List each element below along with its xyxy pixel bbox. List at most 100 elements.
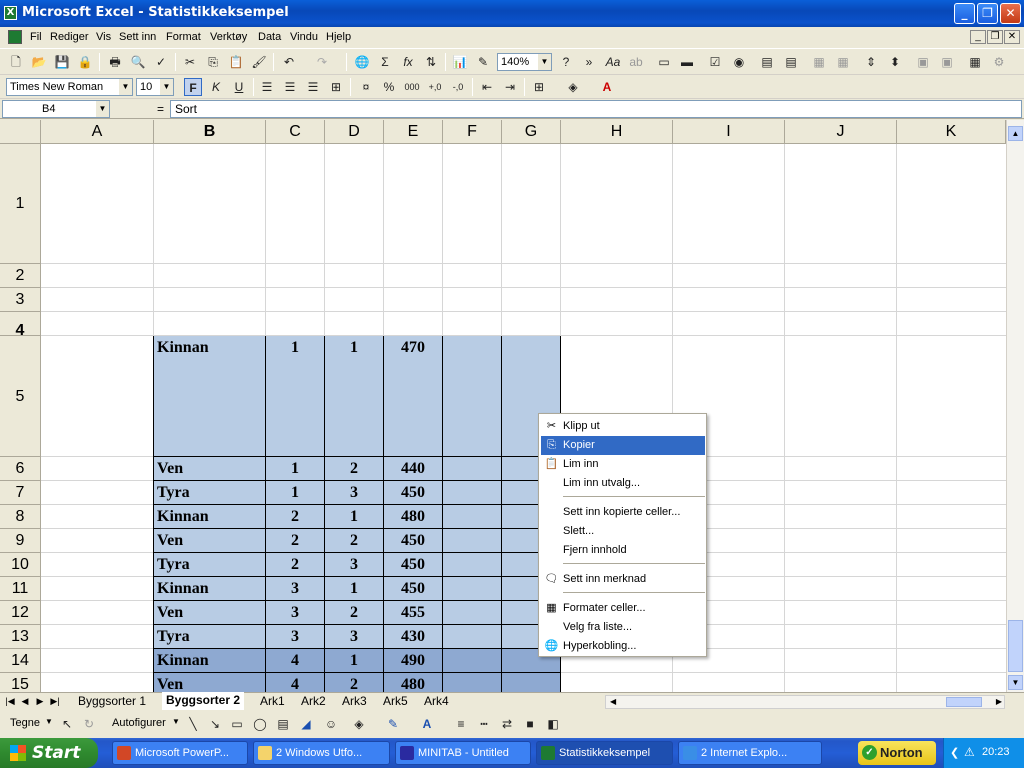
column-header-e[interactable]: E [384,120,443,144]
cell-hektolitervekt[interactable] [502,673,561,692]
next-sheet-icon[interactable]: ▶ [34,695,46,708]
taskbar-item-explorer[interactable]: 2 Windows Utfo... [253,741,390,765]
menu-item-pick-list[interactable]: Velg fra liste... [541,618,705,637]
draw-menu[interactable]: Tegne [10,717,40,729]
free-rotate-icon[interactable]: ↻ [80,715,98,733]
spinner-icon[interactable]: ⬍ [886,53,904,71]
textbox-icon[interactable]: ab [627,53,645,71]
control-properties-icon[interactable]: ▣ [914,53,932,71]
cell-avling[interactable]: 450 [384,577,443,601]
align-center-icon[interactable]: ☰ [281,78,299,96]
column-header-g[interactable]: G [502,120,561,144]
cell-protein[interactable] [443,529,502,553]
menu-item-paste-special[interactable]: Lim inn utvalg... [541,474,705,493]
cell-blokk[interactable]: 1 [266,336,325,457]
permission-icon[interactable]: 🔒 [76,53,94,71]
vertical-scrollbar[interactable]: ▲ ▼ [1006,120,1024,692]
hyperlink-icon[interactable]: 🌐 [353,53,371,71]
cell-protein[interactable] [443,505,502,529]
row-header-1[interactable]: 1 [0,144,41,264]
run-dialog-icon[interactable]: ⚙ [990,53,1008,71]
cell-protein[interactable] [443,673,502,692]
autoshapes-menu[interactable]: Autofigurer [112,717,166,729]
cell-behandling[interactable]: 3 [325,481,384,505]
row-header-2[interactable]: 2 [0,264,41,288]
cell-behandling[interactable]: 1 [325,577,384,601]
undo-icon[interactable]: ↶ [280,53,298,71]
norton-button[interactable]: ✓ Norton [858,741,936,765]
column-header-f[interactable]: F [443,120,502,144]
drawing-icon[interactable]: ✎ [474,53,492,71]
restore-button[interactable]: ❐ [977,3,998,24]
cell-protein[interactable] [443,577,502,601]
menu-hjelp[interactable]: Hjelp [326,31,351,43]
line-style-icon[interactable]: ≡ [452,715,470,733]
currency-icon[interactable]: ¤ [357,78,375,96]
menu-rediger[interactable]: Rediger [50,31,89,43]
row-header-13[interactable]: 13 [0,625,41,649]
cell-protein[interactable] [443,457,502,481]
cell-avling[interactable]: 450 [384,553,443,577]
column-header-c[interactable]: C [266,120,325,144]
formula-input[interactable]: Sort [170,100,1022,118]
scroll-right-icon[interactable]: ▶ [996,696,1002,708]
name-box[interactable]: B4 ▼ [2,100,110,118]
scroll-thumb[interactable] [1008,620,1023,672]
menu-data[interactable]: Data [258,31,281,43]
cell-protein[interactable] [443,553,502,577]
column-header-h[interactable]: H [561,120,673,144]
option-button-icon[interactable]: ◉ [730,53,748,71]
3d-icon[interactable]: ◧ [544,715,562,733]
row-header-14[interactable]: 14 [0,649,41,673]
row-header-15[interactable]: 15 [0,673,41,692]
cell-blokk[interactable]: 3 [266,577,325,601]
arrow-style-icon[interactable]: ⇄ [498,715,516,733]
cell-blokk[interactable]: 4 [266,649,325,673]
menu-item-paste[interactable]: 📋 Lim inn [541,455,705,474]
frame-icon[interactable]: ▭ [655,53,673,71]
column-header-k[interactable]: K [897,120,1006,144]
taskbar-item-powerpoint[interactable]: Microsoft PowerP... [112,741,248,765]
taskbar-item-ie[interactable]: 2 Internet Explo... [678,741,822,765]
cut-icon[interactable]: ✂ [181,53,199,71]
menu-item-format-cells[interactable]: ▦ Formater celler... [541,599,705,618]
combo-dropdown-icon[interactable]: ▦ [834,53,852,71]
list-box-icon[interactable]: ▤ [758,53,776,71]
minimize-button[interactable]: _ [954,3,975,24]
scroll-up-icon[interactable]: ▲ [1008,126,1023,141]
chevron-down-icon[interactable]: ▼ [160,79,173,95]
font-color-icon[interactable]: A [418,715,436,733]
select-all-corner[interactable] [0,120,41,144]
scrollbar-control-icon[interactable]: ⇕ [862,53,880,71]
format-painter-icon[interactable]: 🖌 [250,53,268,71]
menu-item-hyperlink[interactable]: 🌐 Hyperkobling... [541,637,705,656]
row-header-8[interactable]: 8 [0,505,41,529]
menu-item-insert-comment[interactable]: 🗨 Sett inn merknad [541,570,705,589]
combo-box-icon[interactable]: ▤ [782,53,800,71]
copy-icon[interactable]: ⎘ [204,53,222,71]
cell-blokk[interactable]: 2 [266,505,325,529]
taskbar-item-minitab[interactable]: MINITAB - Untitled [395,741,531,765]
workbook-icon[interactable] [8,30,22,44]
sheet-tab[interactable]: Ark1 [256,693,289,710]
cell-avling[interactable]: 480 [384,673,443,692]
cell-behandling[interactable]: 1 [325,649,384,673]
cell-behandling[interactable]: 2 [325,673,384,692]
cell-blokk[interactable]: 1 [266,481,325,505]
column-header-j[interactable]: J [785,120,897,144]
doc-close-button[interactable]: ✕ [1004,30,1020,44]
chevron-down-icon[interactable]: ▼ [172,717,180,726]
cell-sort[interactable]: Tyra [153,481,266,505]
decrease-decimal-icon[interactable]: -,0 [449,78,467,96]
cell-sort[interactable]: Kinnan [153,577,266,601]
row-header-4[interactable]: 4 [0,312,41,339]
cell-sort[interactable]: Kinnan [153,336,266,457]
hscroll-thumb[interactable] [946,697,982,707]
sheet-tab-active[interactable]: Byggsorter 2 [162,692,245,710]
redo-icon[interactable]: ↷ [313,53,331,71]
cell-behandling[interactable]: 3 [325,625,384,649]
cell-protein[interactable] [443,625,502,649]
cell-sort[interactable]: Ven [153,457,266,481]
row-header-6[interactable]: 6 [0,457,41,481]
row-header-10[interactable]: 10 [0,553,41,577]
